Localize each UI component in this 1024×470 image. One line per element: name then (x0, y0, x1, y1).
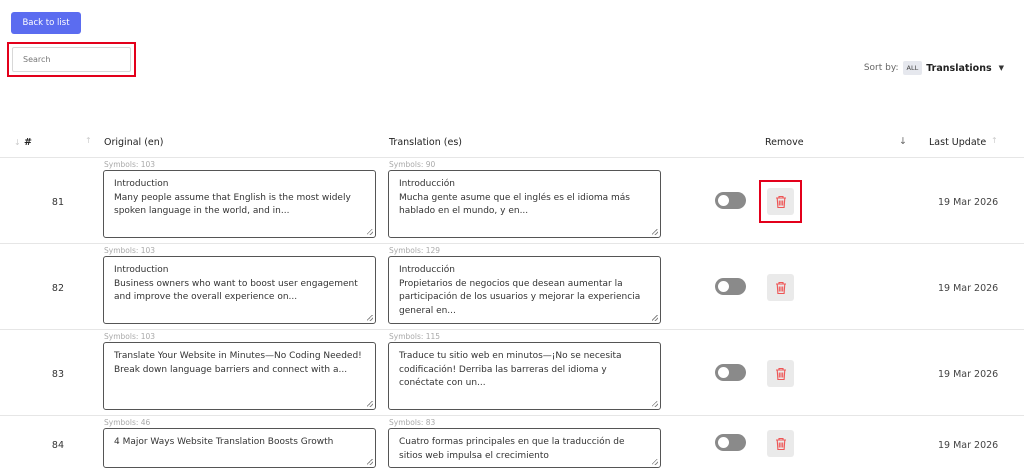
remove-cell (759, 352, 802, 395)
remove-button[interactable] (767, 188, 794, 215)
caret-down-icon: ▼ (998, 64, 1004, 72)
remove-button[interactable] (767, 360, 794, 387)
remove-highlight (759, 180, 802, 223)
row-number: 84 (51, 440, 64, 451)
table-header: ↓ # ↑ Original (en) Translation (es) Rem… (0, 134, 1024, 158)
last-update-date: 19 Mar 2026 (938, 283, 999, 294)
translation-text-field[interactable]: Introducción Propietarios de negocios qu… (388, 256, 661, 324)
column-last-update[interactable]: Last Update (929, 137, 986, 148)
sort-value: Translations (926, 62, 992, 74)
row-number: 83 (51, 369, 64, 380)
translation-symbols-count: Symbols: 90 (389, 160, 436, 169)
original-symbols-count: Symbols: 46 (104, 418, 151, 427)
column-original: Original (en) (104, 137, 164, 148)
row-toggle[interactable] (715, 192, 746, 209)
remove-button[interactable] (767, 430, 794, 457)
original-symbols-count: Symbols: 103 (104, 332, 156, 341)
trash-icon (775, 281, 786, 294)
row-toggle[interactable] (715, 278, 746, 295)
table-row: 84 Symbols: 46 4 Major Ways Website Tran… (0, 416, 1024, 470)
sort-arrow-icon[interactable]: ↓ (14, 138, 21, 147)
remove-button[interactable] (767, 274, 794, 301)
back-to-list-button[interactable]: Back to list (11, 12, 81, 34)
sort-arrow-icon[interactable]: ↑ (991, 136, 998, 145)
search-input[interactable] (12, 47, 131, 72)
translation-symbols-count: Symbols: 83 (389, 418, 436, 427)
translation-symbols-count: Symbols: 129 (389, 246, 441, 255)
translation-text-field[interactable]: Introducción Mucha gente asume que el in… (388, 170, 661, 238)
original-text-field[interactable]: Introduction Many people assume that Eng… (103, 170, 376, 238)
search-highlight (7, 42, 136, 77)
sort-label: Sort by: (863, 63, 899, 73)
last-update-date: 19 Mar 2026 (938, 369, 999, 380)
row-number: 81 (51, 197, 64, 208)
sort-arrow-icon[interactable]: ↓ (899, 136, 907, 147)
column-number[interactable]: # (24, 137, 32, 148)
sort-control[interactable]: Sort by: ALL Translations ▼ (864, 61, 1004, 75)
column-remove: Remove (765, 137, 804, 148)
sort-all-badge: ALL (902, 61, 923, 75)
sort-arrow-icon[interactable]: ↑ (85, 136, 92, 145)
trash-icon (775, 367, 786, 380)
trash-icon (775, 195, 786, 208)
row-toggle[interactable] (715, 434, 746, 451)
original-text-field[interactable]: Introduction Business owners who want to… (103, 256, 376, 324)
original-symbols-count: Symbols: 103 (104, 160, 156, 169)
table-row: 82 Symbols: 103 Introduction Business ow… (0, 244, 1024, 330)
original-text-field[interactable]: Translate Your Website in Minutes—No Cod… (103, 342, 376, 410)
original-symbols-count: Symbols: 103 (104, 246, 156, 255)
column-translation: Translation (es) (389, 137, 462, 148)
last-update-date: 19 Mar 2026 (938, 440, 999, 451)
remove-cell (759, 422, 802, 465)
table-row: 81 Symbols: 103 Introduction Many people… (0, 158, 1024, 244)
last-update-date: 19 Mar 2026 (938, 197, 999, 208)
translation-symbols-count: Symbols: 115 (389, 332, 441, 341)
row-toggle[interactable] (715, 364, 746, 381)
remove-cell (759, 266, 802, 309)
translation-text-field[interactable]: Cuatro formas principales en que la trad… (388, 428, 661, 468)
translation-text-field[interactable]: Traduce tu sitio web en minutos—¡No se n… (388, 342, 661, 410)
original-text-field[interactable]: 4 Major Ways Website Translation Boosts … (103, 428, 376, 468)
row-number: 82 (51, 283, 64, 294)
trash-icon (775, 437, 786, 450)
table-row: 83 Symbols: 103 Translate Your Website i… (0, 330, 1024, 416)
